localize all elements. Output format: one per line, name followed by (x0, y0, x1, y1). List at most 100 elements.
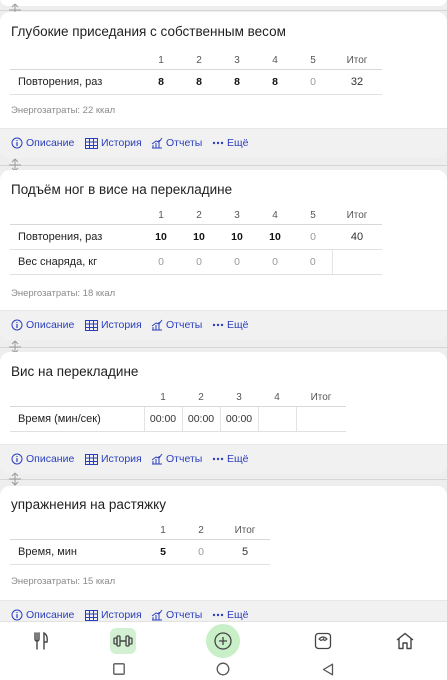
history-button[interactable]: История (85, 319, 142, 331)
table-row: Время, мин 5 0 5 (10, 539, 270, 565)
info-icon (11, 609, 23, 621)
set-value-cell[interactable]: 00:00 (181, 406, 220, 432)
more-dots-icon (212, 613, 224, 617)
row-label: Повторения, раз (10, 69, 142, 95)
column-label: Итог (332, 52, 382, 70)
description-button[interactable]: Описание (11, 609, 74, 621)
description-button[interactable]: Описание (11, 453, 74, 465)
set-value-cell[interactable]: 10 (180, 224, 218, 250)
bottom-navigation (0, 621, 447, 659)
set-value-cell[interactable] (257, 406, 296, 432)
reports-button[interactable]: Отчеты (151, 453, 202, 465)
more-label: Ещё (227, 319, 249, 331)
set-value-cell[interactable]: 0 (180, 249, 218, 275)
energy-label: Энергозатраты: 18 ккал (11, 288, 116, 299)
chart-icon (151, 319, 163, 331)
scale-icon (314, 632, 332, 650)
column-label: 2 (180, 52, 218, 70)
history-button[interactable]: История (85, 137, 142, 149)
reports-button[interactable]: Отчеты (151, 609, 202, 621)
column-label: Итог (332, 207, 382, 225)
more-button[interactable]: Ещё (212, 609, 248, 621)
column-label: 5 (294, 207, 332, 225)
reports-label: Отчеты (166, 137, 203, 149)
exercise-card: упражнения на растяжку 1 2 Итог Время, м… (0, 486, 447, 626)
set-value-cell[interactable]: 10 (256, 224, 294, 250)
set-value-cell[interactable]: 5 (144, 539, 182, 565)
description-label: Описание (26, 137, 75, 149)
set-value-cell[interactable]: 8 (180, 69, 218, 95)
set-value-cell[interactable]: 00:00 (219, 406, 258, 432)
back-button[interactable] (320, 661, 336, 677)
column-label: Итог (296, 389, 346, 407)
column-label: Итог (220, 522, 270, 540)
energy-label: Энергозатраты: 15 ккал (11, 576, 116, 587)
description-button[interactable]: Описание (11, 319, 74, 331)
set-value-cell[interactable]: 8 (256, 69, 294, 95)
row-label: Время, мин (10, 539, 144, 565)
reports-button[interactable]: Отчеты (151, 319, 202, 331)
column-label: 1 (142, 207, 180, 225)
fork-knife-icon (34, 631, 48, 650)
reports-button[interactable]: Отчеты (151, 137, 202, 149)
home-icon (396, 632, 414, 650)
more-dots-icon (212, 457, 224, 461)
card-actions: Описание История Отчеты Ещё (0, 128, 447, 158)
exercise-card: Глубокие приседания с собственным весом … (0, 12, 447, 158)
column-label: 2 (182, 389, 220, 407)
table-icon (85, 453, 98, 465)
chart-icon (151, 453, 163, 465)
history-label: История (101, 319, 142, 331)
history-label: История (101, 137, 142, 149)
history-button[interactable]: История (85, 609, 142, 621)
home-tab[interactable] (392, 628, 418, 654)
set-value-cell[interactable]: 0 (142, 249, 180, 275)
add-button[interactable] (206, 624, 240, 658)
drag-handle-icon[interactable] (8, 472, 22, 486)
set-value-cell[interactable]: 00:00 (143, 406, 182, 432)
reorder-handle[interactable] (0, 472, 447, 486)
column-label (10, 207, 142, 225)
chart-icon (151, 137, 163, 149)
sets-table: 1 2 3 4 Итог Время (мин/сек) 00:00 00:00… (10, 389, 346, 432)
column-label: 3 (218, 52, 256, 70)
more-button[interactable]: Ещё (212, 319, 248, 331)
system-navigation-bar (0, 659, 447, 680)
set-value-cell[interactable]: 8 (218, 69, 256, 95)
weight-tab[interactable] (310, 628, 336, 654)
total-cell: 40 (332, 224, 382, 250)
exercise-card: Подъём ног в висе на перекладине 1 2 3 4… (0, 170, 447, 340)
set-value-cell[interactable]: 10 (218, 224, 256, 250)
set-value-cell[interactable]: 0 (256, 249, 294, 275)
set-value-cell[interactable]: 0 (294, 69, 332, 95)
more-dots-icon (212, 141, 224, 145)
history-label: История (101, 609, 142, 621)
column-label: 1 (144, 389, 182, 407)
column-label (10, 389, 144, 407)
set-value-cell[interactable]: 0 (218, 249, 256, 275)
set-value-cell[interactable]: 0 (294, 249, 332, 275)
column-label: 5 (294, 52, 332, 70)
home-system-button[interactable] (215, 661, 231, 677)
history-button[interactable]: История (85, 453, 142, 465)
set-value-cell[interactable]: 10 (142, 224, 180, 250)
recents-button[interactable] (111, 661, 127, 677)
more-label: Ещё (227, 137, 249, 149)
back-triangle-icon (322, 663, 334, 675)
set-value-cell[interactable]: 0 (294, 224, 332, 250)
table-icon (85, 319, 98, 331)
more-button[interactable]: Ещё (212, 453, 248, 465)
card-actions: Описание История Отчеты Ещё (0, 444, 447, 474)
more-label: Ещё (227, 609, 249, 621)
description-button[interactable]: Описание (11, 137, 74, 149)
exercise-title: Подъём ног в висе на перекладине (11, 182, 233, 197)
workout-tab[interactable] (110, 628, 136, 654)
column-label: 4 (256, 207, 294, 225)
table-row: Время (мин/сек) 00:00 00:00 00:00 (10, 406, 346, 432)
nutrition-tab[interactable] (28, 628, 54, 654)
set-value-cell[interactable]: 8 (142, 69, 180, 95)
set-value-cell[interactable]: 0 (182, 539, 220, 565)
more-button[interactable]: Ещё (212, 137, 248, 149)
info-icon (11, 453, 23, 465)
row-label: Время (мин/сек) (10, 406, 144, 432)
